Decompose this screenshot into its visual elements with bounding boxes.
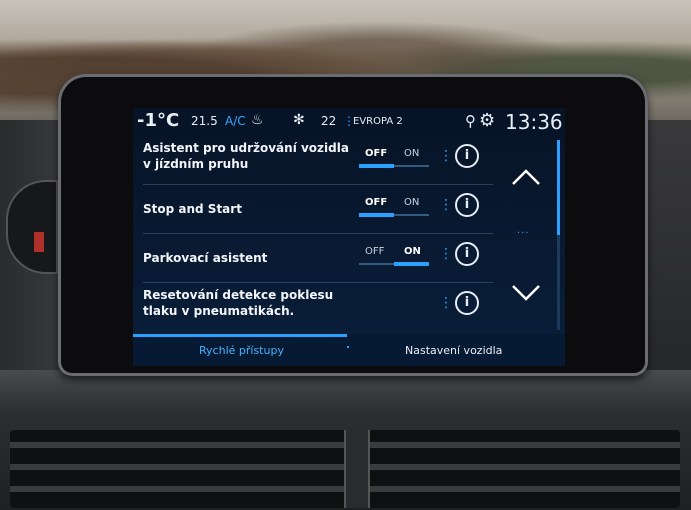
status-bar: -1°C 21.5 A/C ♨ ✻ 22 ⋮ EVROPA 2 ⚲ ⚙ 13:3… bbox=[133, 108, 565, 136]
row-separator: ⋮ bbox=[439, 148, 453, 164]
info-icon[interactable]: i bbox=[455, 291, 479, 315]
fan-icon[interactable]: ✻ bbox=[293, 112, 305, 128]
park-assist-toggle[interactable]: OFF ON bbox=[359, 246, 435, 266]
cabin-temperature[interactable]: 21.5 bbox=[191, 114, 218, 128]
setting-row-tyre-reset[interactable]: Resetování detekce poklesu tlaku v pneum… bbox=[143, 283, 493, 331]
clock: 13:36 bbox=[505, 110, 563, 134]
scroll-controls: ··· bbox=[495, 136, 561, 334]
settings-list: Asistent pro udržování vozidla v jízdním… bbox=[133, 136, 493, 334]
chevron-down-icon[interactable] bbox=[509, 276, 543, 310]
setting-label: Resetování detekce poklesu tlaku v pneum… bbox=[143, 288, 334, 318]
radio-station[interactable]: EVROPA 2 bbox=[353, 116, 403, 127]
setting-label: Parkovací asistent bbox=[143, 251, 268, 265]
toggle-off: OFF bbox=[365, 197, 388, 208]
location-pin-icon[interactable]: ⚲ bbox=[465, 112, 476, 130]
stop-start-toggle[interactable]: OFF ON bbox=[359, 197, 435, 217]
toggle-on: ON bbox=[404, 197, 420, 208]
ac-label[interactable]: A/C bbox=[225, 114, 246, 128]
infotainment-screen: -1°C 21.5 A/C ♨ ✻ 22 ⋮ EVROPA 2 ⚲ ⚙ 13:3… bbox=[133, 108, 565, 366]
toggle-off: OFF bbox=[365, 148, 388, 159]
tab-vehicle-settings[interactable]: Nastavení vozidla bbox=[405, 344, 502, 357]
toggle-on: ON bbox=[404, 246, 421, 257]
row-separator: ⋮ bbox=[439, 295, 453, 311]
air-vent bbox=[10, 430, 680, 508]
active-tab-indicator bbox=[133, 334, 347, 337]
scroll-dots: ··· bbox=[517, 228, 530, 239]
vent-knob[interactable] bbox=[344, 430, 370, 508]
chevron-up-icon[interactable] bbox=[509, 160, 543, 194]
row-separator: ⋮ bbox=[439, 197, 453, 213]
toggle-off: OFF bbox=[365, 246, 385, 257]
outside-temperature: -1°C bbox=[137, 110, 180, 131]
setting-row-stop-start[interactable]: Stop and Start OFF ON ⋮ i bbox=[143, 185, 493, 234]
bottom-tabs: Rychlé přístupy Nastavení vozidla bbox=[133, 334, 565, 366]
info-icon[interactable]: i bbox=[455, 242, 479, 266]
scrollbar-thumb[interactable] bbox=[557, 140, 560, 235]
setting-row-park-assist[interactable]: Parkovací asistent OFF ON ⋮ i bbox=[143, 234, 493, 283]
toggle-indicator bbox=[359, 213, 394, 217]
tab-quick-access[interactable]: Rychlé přístupy bbox=[199, 344, 284, 357]
info-icon[interactable]: i bbox=[455, 193, 479, 217]
toggle-on: ON bbox=[404, 148, 420, 159]
setting-row-lane-assist[interactable]: Asistent pro udržování vozidla v jízdním… bbox=[143, 136, 493, 185]
setting-label: Asistent pro udržování vozidla v jízdním… bbox=[143, 141, 349, 171]
tab-separator bbox=[347, 346, 349, 348]
toggle-indicator bbox=[359, 164, 394, 168]
row-separator: ⋮ bbox=[439, 246, 453, 262]
lane-assist-toggle[interactable]: OFF ON bbox=[359, 148, 435, 168]
setting-label: Stop and Start bbox=[143, 202, 242, 216]
fan-level: 22 bbox=[321, 114, 337, 128]
info-icon[interactable]: i bbox=[455, 144, 479, 168]
gear-icon[interactable]: ⚙ bbox=[479, 110, 495, 131]
seat-heat-icon[interactable]: ♨ bbox=[251, 112, 264, 128]
toggle-indicator bbox=[394, 262, 429, 266]
